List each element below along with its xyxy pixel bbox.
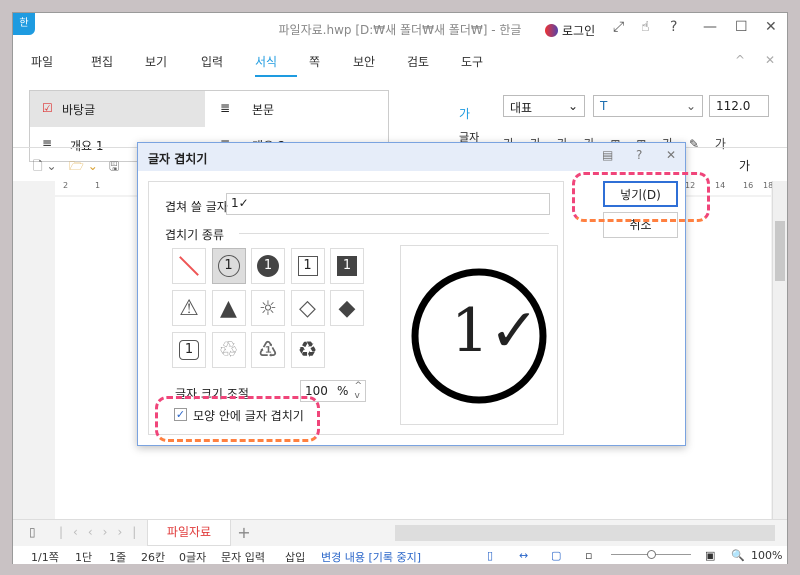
menu-page[interactable]: 쪽 (309, 53, 320, 70)
fit-width-icon[interactable]: ↔ (519, 549, 528, 562)
zoom-in-icon[interactable]: ▣ (705, 549, 715, 562)
close-ribbon-icon[interactable]: ✕ (765, 53, 775, 67)
shape-option-diamond[interactable]: ◇ (290, 290, 325, 326)
spinner-arrows[interactable]: ^ v (354, 381, 362, 401)
status-col: 1단 (75, 551, 93, 564)
view-page-icon[interactable]: ▯ (487, 549, 493, 562)
menu-tools[interactable]: 도구 (461, 53, 483, 70)
status-pos: 26칸 (141, 551, 166, 564)
highlight-checkbox (155, 396, 320, 442)
menu-format[interactable]: 서식 (255, 53, 298, 77)
status-track-changes[interactable]: 변경 내용 [기록 중지] (321, 549, 421, 565)
menu-file[interactable]: 파일 (31, 53, 53, 70)
font-lang-select[interactable]: 대표 ⌄ (503, 95, 585, 117)
hand-icon[interactable]: ☝ (641, 19, 650, 35)
shape-option-recycle-filled[interactable]: ♻ (290, 332, 325, 368)
maximize-button[interactable]: ☐ (735, 19, 748, 35)
vertical-scrollbar[interactable] (772, 181, 787, 519)
login-button[interactable]: 로그인 (562, 22, 595, 39)
preview-box: 1✓ (400, 245, 558, 425)
add-tab-button[interactable]: + (233, 522, 255, 544)
char-shape-icon[interactable]: 가 (459, 105, 470, 122)
chars-label: 겹쳐 쓸 글자 (165, 200, 228, 214)
save-icon[interactable]: 🖫 (109, 157, 119, 178)
tab-nav-arrows[interactable]: |‹‹››| (59, 525, 146, 539)
zoom-level[interactable]: 100% (751, 549, 782, 562)
menu-view[interactable]: 보기 (145, 53, 167, 70)
new-doc-icon[interactable]: 🗋 ⌄ (33, 157, 57, 178)
minimize-button[interactable]: — (703, 19, 717, 35)
horizontal-scrollbar[interactable] (395, 525, 775, 541)
shape-option-recycle[interactable]: ♲ (211, 332, 246, 368)
status-mode[interactable]: 문자 입력 (221, 549, 265, 565)
title-bar: 한 파일자료.hwp [D:₩새 폴더₩새 폴더₩] - 한글 로그인 ⤢ ☝ … (13, 13, 787, 49)
shape-option-triangle[interactable]: ⚠ (172, 290, 206, 326)
shape-grid: 1 1 1 1 ⚠ ▲ ☼ ◇ ◆ 1 ♲ ♳ ♻ (172, 248, 372, 368)
ribbon: ☑ 바탕글 ≣ 본문 ≣ 개요 1 ≣ 개요 2 가 글자모양 대표⌄ T⌄ 1… (13, 75, 787, 162)
login-icon (545, 24, 558, 37)
collapse-ribbon-icon[interactable]: ^ (735, 53, 745, 67)
dialog-title: 글자 겹치기 (148, 152, 208, 166)
preview-text: 1✓ (451, 296, 540, 366)
open-icon[interactable]: 🗁 ⌄ (69, 157, 98, 178)
fit-page-icon[interactable]: ▢ (551, 549, 561, 562)
status-insert[interactable]: 삽입 (285, 549, 305, 565)
comment-icon[interactable]: ▤ (602, 148, 613, 162)
zoom-slider[interactable] (611, 550, 691, 559)
status-line: 1줄 (109, 551, 127, 564)
shape-option-filled-square[interactable]: 1 (330, 248, 364, 284)
close-button[interactable]: ✕ (765, 19, 777, 35)
shape-option-filled-triangle[interactable]: ▲ (211, 290, 246, 326)
menu-insert[interactable]: 입력 (201, 53, 223, 70)
type-label: 겹치기 종류 (165, 228, 225, 242)
status-bar: 1/1쪽 1단 1줄 26칸 0글자 문자 입력 삽입 변경 내용 [기록 중지… (13, 546, 787, 564)
shape-option-circle[interactable]: 1 (211, 248, 246, 284)
tab-bar: ▯ |‹‹››| 파일자료 + (13, 519, 787, 546)
font-size-input[interactable]: 112.0 (709, 95, 769, 117)
shape-option-rounded-square[interactable]: 1 (172, 332, 206, 368)
dialog-close-button[interactable]: ✕ (666, 148, 676, 162)
chars-input[interactable]: 1✓ (226, 193, 550, 215)
page-icon[interactable]: ▯ (29, 525, 36, 539)
menu-bar: 파일 편집 보기 입력 서식 쪽 보안 검토 도구 ^ ✕ (13, 49, 787, 77)
size-unit: % (337, 384, 349, 398)
dialog-title-bar: 글자 겹치기 ▤ ? ✕ (138, 143, 685, 171)
dialog-help-icon[interactable]: ? (636, 148, 642, 162)
shape-option-recycle-outline[interactable]: ♳ (251, 332, 285, 368)
font-button[interactable]: 가 (739, 157, 750, 174)
shape-option-square[interactable]: 1 (290, 248, 325, 284)
zoom-out-icon[interactable]: ▫ (585, 549, 592, 562)
status-chars: 0글자 (179, 551, 207, 564)
font-select[interactable]: T ⌄ (593, 95, 703, 117)
font-lang-value: 대표 (510, 101, 533, 115)
style-check-icon: ☑ (42, 101, 53, 115)
highlight-insert (572, 172, 710, 222)
doc-tab[interactable]: 파일자료 (147, 520, 231, 546)
style-body[interactable]: 본문 (252, 101, 274, 118)
menu-security[interactable]: 보안 (353, 53, 375, 70)
menu-edit[interactable]: 편집 (91, 53, 113, 70)
zoom-icon[interactable]: 🔍 (731, 549, 745, 562)
shape-option-none[interactable] (172, 248, 206, 284)
shape-option-sun[interactable]: ☼ (251, 290, 285, 326)
menu-review[interactable]: 검토 (407, 53, 429, 70)
shape-option-filled-circle[interactable]: 1 (251, 248, 285, 284)
shape-option-filled-diamond[interactable]: ◆ (330, 290, 364, 326)
status-page: 1/1쪽 (31, 551, 59, 564)
fullscreen-icon[interactable]: ⤢ (613, 19, 624, 35)
divider (239, 233, 549, 234)
style-normal[interactable]: 바탕글 (62, 101, 95, 118)
help-icon[interactable]: ? (670, 19, 677, 35)
